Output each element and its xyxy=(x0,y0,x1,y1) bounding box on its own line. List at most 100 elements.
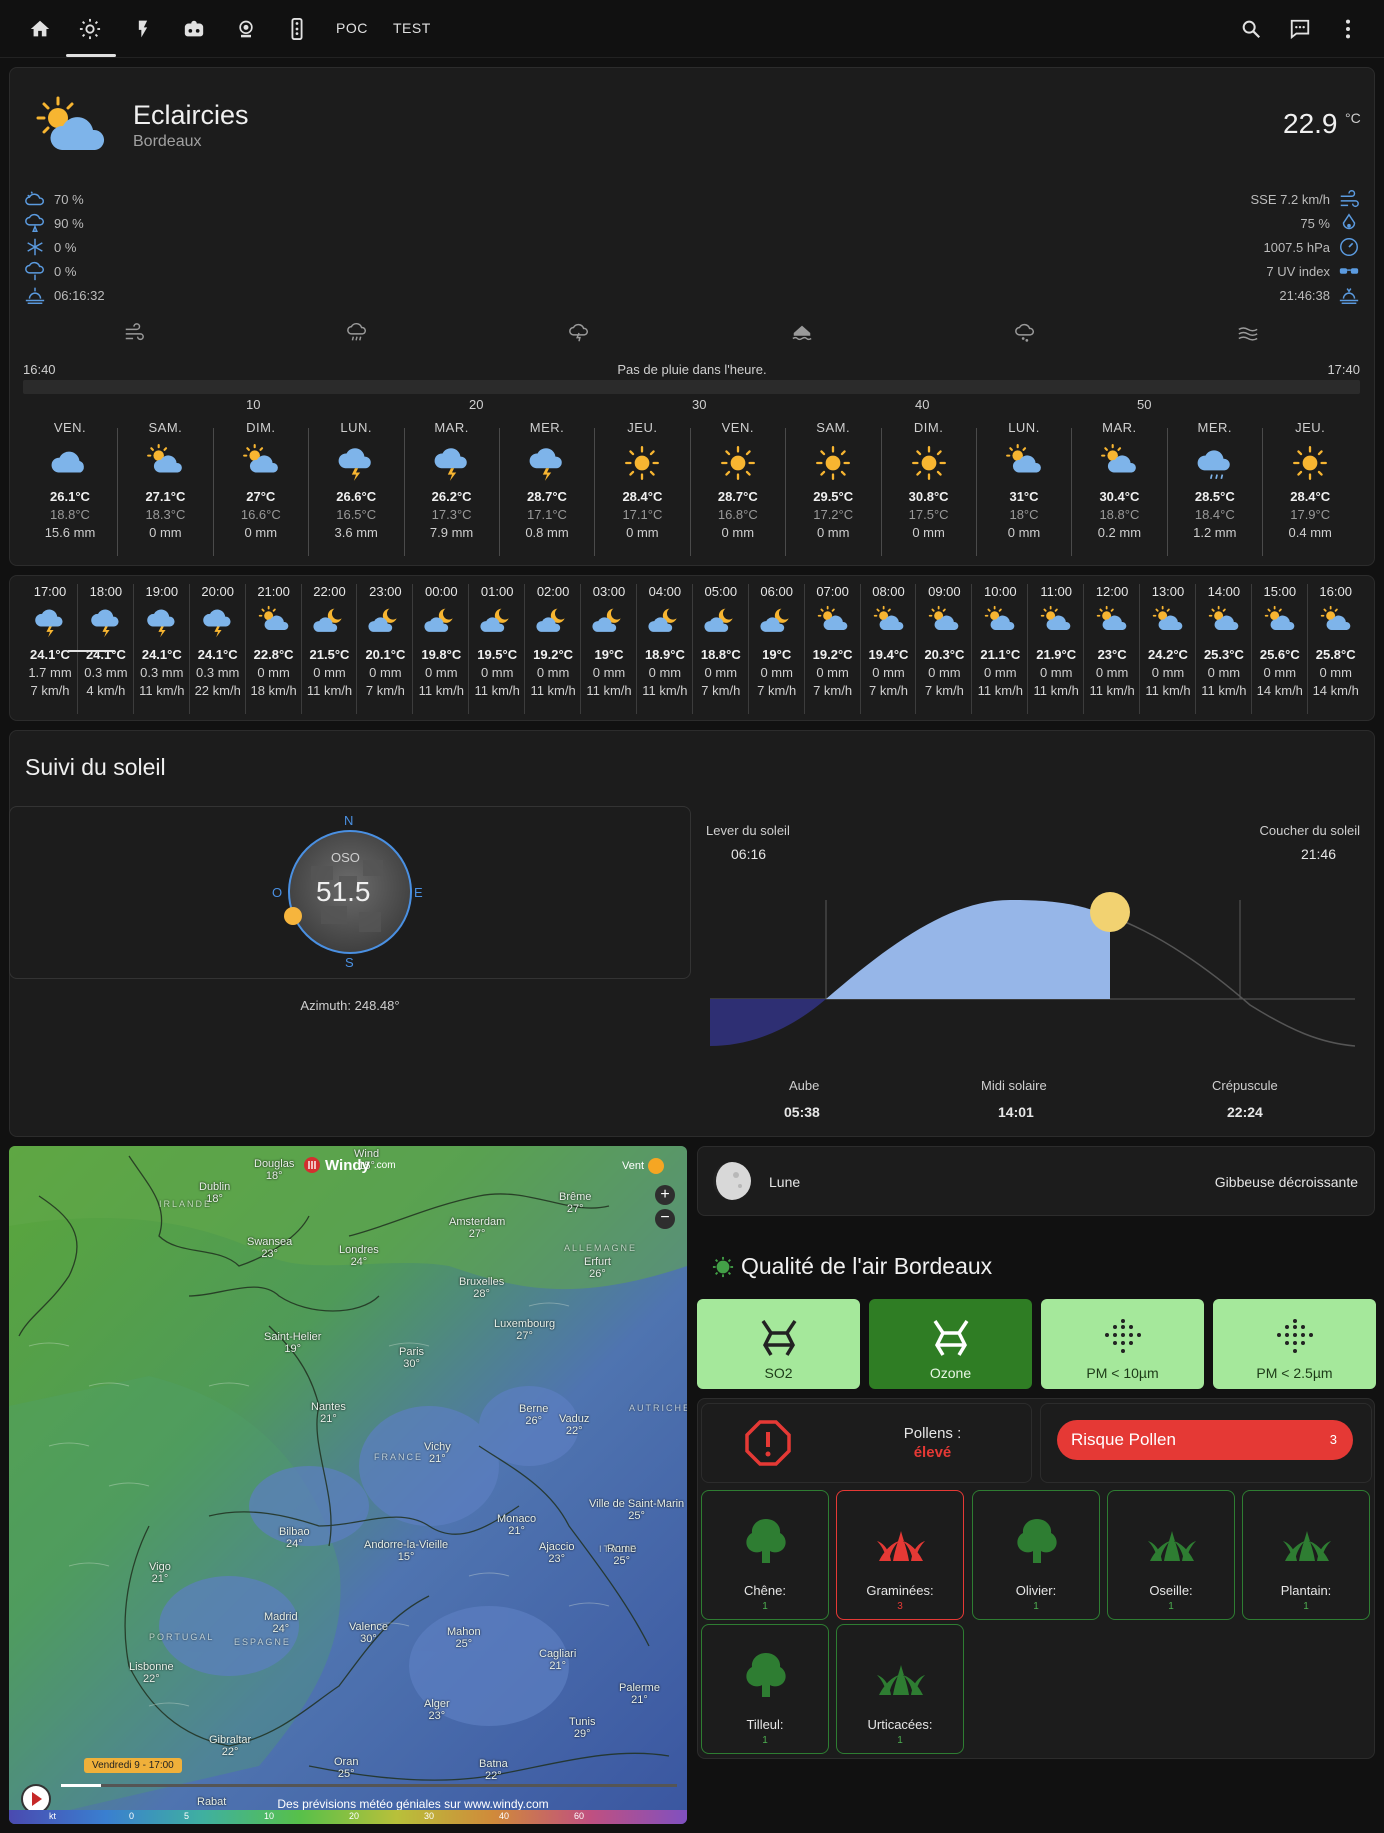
hourly-forecast-hour: 04:00 18.9°C 0 mm 11 km/h xyxy=(637,584,693,698)
map-city[interactable]: Bruxelles 28° xyxy=(459,1276,504,1300)
map-city[interactable]: Palerme 21° xyxy=(619,1682,660,1706)
hour-rain: 0 mm xyxy=(425,665,458,680)
pollen-tile[interactable]: Chêne: 1 xyxy=(701,1490,829,1620)
map-city[interactable]: Paris 30° xyxy=(399,1346,424,1370)
scale-label: 20 xyxy=(349,1811,360,1821)
tab-poc[interactable]: POC xyxy=(336,20,368,36)
weather-sunny-icon[interactable] xyxy=(75,14,105,44)
day-rain: 0 mm xyxy=(721,525,755,540)
hour-temp: 21.1°C xyxy=(980,647,1021,662)
pollen-tile[interactable]: Oseille: 1 xyxy=(1107,1490,1235,1620)
map-city[interactable]: Saint-Helier 19° xyxy=(264,1331,321,1355)
map-city[interactable]: Ville de Saint-Marin 25° xyxy=(589,1498,684,1522)
map-city[interactable]: Vigo 21° xyxy=(149,1561,171,1585)
map-city[interactable]: Amsterdam 27° xyxy=(449,1216,505,1240)
pollen-value: 1 xyxy=(762,1601,768,1612)
pollen-name: Chêne: xyxy=(744,1583,786,1598)
daily-separator xyxy=(308,428,310,556)
hour-rain: 0 mm xyxy=(1039,665,1073,680)
hour-temp: 25.8°C xyxy=(1315,647,1356,662)
zoom-out-button[interactable]: − xyxy=(655,1209,675,1229)
rain-bar-message: Pas de pluie dans l'heure. xyxy=(617,362,767,377)
map-city[interactable]: Erfurt 26° xyxy=(584,1256,611,1280)
layer-chip[interactable]: Vent xyxy=(622,1158,665,1174)
hour-rain: 0 mm xyxy=(313,665,346,680)
so2-button[interactable]: SO2 xyxy=(697,1299,860,1389)
freezing-rain-icon xyxy=(25,261,44,281)
lightning-icon[interactable] xyxy=(128,14,158,44)
hourly-forecast-hour: 02:00 19.2°C 0 mm 11 km/h xyxy=(525,584,581,698)
robot-vacuum-icon[interactable] xyxy=(179,14,209,44)
city-temp: 24° xyxy=(272,1623,290,1635)
daily-forecast-day: MER. 28.5°C 18.4°C 1.2 mm xyxy=(1168,420,1262,540)
pollen-tile[interactable]: Urticacées: 1 xyxy=(836,1624,964,1754)
alert-octagon-icon xyxy=(744,1419,792,1472)
pm10-label: PM < 10µm xyxy=(1086,1365,1159,1381)
pollen-tile[interactable]: Graminées: 3 xyxy=(836,1490,964,1620)
map-city[interactable]: Madrid 24° xyxy=(264,1611,298,1635)
weather-condition: Eclaircies xyxy=(133,100,249,130)
map-city[interactable]: Valence 30° xyxy=(349,1621,388,1645)
hour-temp: 21.5°C xyxy=(309,647,350,662)
map-city[interactable]: Andorre-la-Vieille 15° xyxy=(364,1539,448,1563)
zoom-in-button[interactable]: + xyxy=(655,1185,675,1205)
windy-map[interactable]: Douglas 18° Dublin 18° Swansea 23° Londres 24° A… xyxy=(9,1146,687,1824)
timeline-track[interactable] xyxy=(61,1784,677,1787)
rain-alert-icon xyxy=(346,322,368,349)
molecule-icon xyxy=(933,1320,968,1356)
map-city[interactable]: Londres 24° xyxy=(339,1244,379,1268)
map-city[interactable]: Tunis 29° xyxy=(569,1716,596,1740)
city-temp: 22° xyxy=(143,1673,160,1685)
hourly-separator xyxy=(1083,584,1085,714)
city-name: Bilbao xyxy=(279,1526,310,1538)
map-city[interactable]: Bilbao 24° xyxy=(279,1526,310,1550)
webcam-icon[interactable] xyxy=(231,14,261,44)
map-city[interactable]: Vichy 21° xyxy=(424,1441,451,1465)
night-weather-icon xyxy=(749,605,805,639)
rain-bar-tick: 50 xyxy=(1137,397,1152,412)
pollen-tile[interactable]: Tilleul: 1 xyxy=(701,1624,829,1754)
pollen-tile[interactable]: Olivier: 1 xyxy=(972,1490,1100,1620)
map-city[interactable]: Berne 26° xyxy=(519,1403,548,1427)
day-rain: 0 mm xyxy=(244,525,278,540)
map-city[interactable]: Swansea 23° xyxy=(247,1236,292,1260)
timeline-chip[interactable]: Vendredi 9 - 17:00 xyxy=(84,1758,182,1773)
map-city[interactable]: Alger 23° xyxy=(424,1698,450,1722)
map-city[interactable]: Cagliari 21° xyxy=(539,1648,576,1672)
windy-brand: Windy xyxy=(325,1156,370,1174)
day-high: 29.5°C xyxy=(813,489,854,504)
map-city[interactable]: Monaco 21° xyxy=(497,1513,536,1537)
menu-dots-icon[interactable] xyxy=(1333,14,1363,44)
hourly-forecast-hour: 12:00 23°C 0 mm 11 km/h xyxy=(1084,584,1140,698)
map-city[interactable]: Luxembourg 27° xyxy=(494,1318,555,1342)
map-city[interactable]: Oran 25° xyxy=(334,1756,358,1780)
map-city[interactable]: Brême 27° xyxy=(559,1191,591,1215)
city-temp: 23° xyxy=(428,1710,446,1722)
map-city[interactable]: Douglas 18° xyxy=(254,1158,294,1182)
map-city[interactable]: Batna 22° xyxy=(479,1758,508,1782)
map-city[interactable]: Nantes 21° xyxy=(311,1401,346,1425)
scale-label: 0 xyxy=(129,1811,135,1821)
dots-grid-icon xyxy=(1276,1319,1313,1353)
pollen-tile[interactable]: Plantain: 1 xyxy=(1242,1490,1370,1620)
tab-test[interactable]: TEST xyxy=(393,20,431,36)
assist-icon[interactable] xyxy=(1285,14,1315,44)
map-city[interactable]: Ajaccio 23° xyxy=(539,1541,574,1565)
map-city[interactable]: Gibraltar 22° xyxy=(209,1734,251,1758)
pm25-button[interactable]: PM < 2.5µm xyxy=(1213,1299,1376,1389)
map-city[interactable]: Mahon 25° xyxy=(447,1626,481,1650)
sunrise-row: 06:16:32 xyxy=(24,284,105,306)
pollen-risk-bar[interactable]: Risque Pollen 3 xyxy=(1057,1420,1353,1460)
windy-logo[interactable]: Windy .com xyxy=(303,1156,396,1174)
ozone-button[interactable]: Ozone xyxy=(869,1299,1032,1389)
map-city[interactable]: Lisbonne 22° xyxy=(129,1661,174,1685)
hour-temp: 20.1°C xyxy=(365,647,406,662)
search-icon[interactable] xyxy=(1236,14,1266,44)
pm10-button[interactable]: PM < 10µm xyxy=(1041,1299,1204,1389)
map-city[interactable]: Vaduz 22° xyxy=(559,1413,589,1437)
home-icon[interactable] xyxy=(25,14,55,44)
city-name: Tunis xyxy=(569,1716,596,1728)
hourly-forecast-hour: 00:00 19.8°C 0 mm 11 km/h xyxy=(413,584,469,698)
remote-icon[interactable] xyxy=(282,14,312,44)
day-low: 18.8°C xyxy=(50,507,90,522)
